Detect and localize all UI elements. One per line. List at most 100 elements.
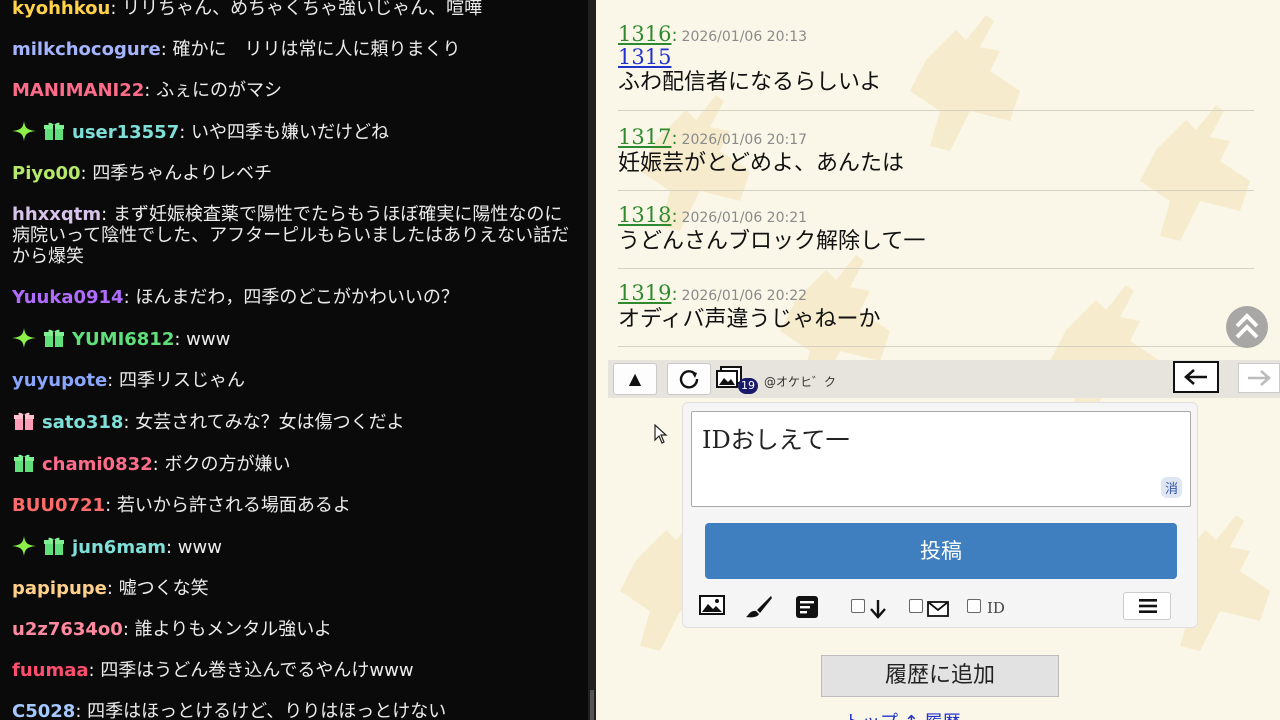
chat-text: リリちゃん、めちゃくちゃ強いじゃん、喧嘩 [122, 0, 483, 19]
chat-separator: : [75, 701, 88, 720]
chat-separator: : [174, 329, 187, 350]
chat-text: ふぇにのがマシ [156, 80, 283, 101]
chat-separator: : [101, 204, 113, 225]
mail-checkbox[interactable] [909, 599, 923, 613]
chat-separator: : [123, 287, 136, 308]
post-date: 2026/01/06 20:21 [681, 210, 808, 226]
sparkle-badge-icon [12, 328, 36, 348]
chat-username[interactable]: hhxxqtm [12, 204, 101, 225]
chat-username[interactable]: kyohhkou [12, 0, 110, 19]
chat-message: BUU0721: 若いから許される場面あるよ [0, 485, 590, 526]
chat-separator: : [80, 163, 93, 184]
chat-separator: : [107, 370, 119, 391]
chat-username[interactable]: u2z7634o0 [12, 619, 123, 640]
chat-username[interactable]: chami0832 [42, 454, 153, 475]
post-date: 2026/01/06 20:13 [681, 29, 808, 45]
post-number-link[interactable]: 1318 [618, 203, 671, 227]
chat-scrollbar-thumb[interactable] [590, 690, 594, 720]
post-colon: : [671, 128, 678, 149]
thread-toolbar: ▲ 19 @オケヒ゛ク [608, 360, 1280, 398]
bottom-nav-links[interactable]: トップ ↑ 履歴 [844, 708, 961, 720]
thread-post: 1316: 2026/01/06 20:13 1315 ふわ配信者になるらしいよ [618, 22, 1254, 111]
arrow-down-icon [870, 600, 886, 619]
chat-text: 四季ちゃんよりレベチ [92, 163, 272, 184]
chat-username[interactable]: Piyo00 [12, 163, 81, 184]
chat-separator: : [179, 122, 192, 143]
chat-message: papipupe: 嘘つくな笑 [0, 568, 590, 609]
image-count-badge: 19 [738, 378, 758, 394]
id-checkbox[interactable] [967, 599, 981, 613]
chat-text: ほんまだわ，四季のどこがかわいいの？ [135, 287, 459, 308]
chat-separator: : [106, 578, 119, 599]
sage-checkbox[interactable] [851, 599, 865, 613]
paint-brush-icon[interactable] [745, 595, 773, 619]
gift-badge-icon [12, 453, 36, 473]
chat-text: 四季はうどん巻き込んでるやんけwww [100, 660, 414, 681]
chat-username[interactable]: jun6mam [72, 537, 166, 558]
envelope-icon [927, 601, 949, 617]
scroll-to-top-button[interactable] [1226, 306, 1268, 348]
thread-post: 1318: 2026/01/06 20:21 うどんさんブロック解除して一 [618, 203, 1254, 269]
sparkle-badge-icon [12, 121, 36, 141]
gift-badge-icon [42, 536, 66, 556]
chat-username[interactable]: fuumaa [12, 660, 89, 681]
reload-button[interactable] [667, 363, 711, 395]
back-button[interactable] [1173, 361, 1219, 393]
chat-message: MANIMANI22: ふぇにのがマシ [0, 70, 590, 111]
page-up-button[interactable]: ▲ [613, 363, 657, 395]
gift-badge-icon [42, 328, 66, 348]
chat-username[interactable]: MANIMANI22 [12, 80, 144, 101]
chat-text: 四季リスじゃん [118, 370, 245, 391]
chat-username[interactable]: user13557 [72, 122, 179, 143]
post-colon: : [671, 206, 678, 227]
chat-username[interactable]: papipupe [12, 578, 107, 599]
chat-message: user13557: いや四季も嫌いだけどね [0, 111, 590, 153]
chat-scrollbar-track[interactable] [588, 0, 596, 720]
chat-message: hhxxqtm: まず妊娠検査薬で陽性でたらもうほぼ確実に陽性なのに病院いって陰… [0, 194, 590, 277]
arrow-right-icon [1248, 370, 1271, 386]
bbs-board-panel: 1316: 2026/01/06 20:13 1315 ふわ配信者になるらしいよ 131… [596, 0, 1280, 720]
forward-button[interactable] [1238, 363, 1280, 393]
chat-message: yuyupote: 四季リスじゃん [0, 360, 590, 401]
hamburger-menu-icon [1139, 599, 1157, 613]
add-to-history-button[interactable]: 履歴に追加 [821, 655, 1059, 697]
post-number-link[interactable]: 1317 [618, 125, 671, 149]
message-text: IDおしえて一 [702, 426, 850, 454]
post-number-link[interactable]: 1316 [618, 22, 671, 46]
template-icon[interactable] [795, 595, 819, 619]
live-chat-panel: kyohhkou: リリちゃん、めちゃくちゃ強いじゃん、喧嘩 milkchocog… [0, 0, 590, 720]
chat-username[interactable]: sato318 [42, 412, 123, 433]
form-menu-button[interactable] [1123, 592, 1171, 620]
chat-text: www [186, 329, 231, 350]
chat-text: いや四季も嫌いだけどね [191, 122, 390, 143]
chat-message: milkchocogure: 確かに リリは常に人に頼りまくり [0, 29, 590, 70]
chat-text: 確かに リリは常に人に頼りまくり [172, 39, 461, 60]
post-date: 2026/01/06 20:22 [681, 288, 808, 304]
chat-separator: : [123, 412, 136, 433]
reply-reference-link[interactable]: 1315 [618, 46, 1254, 68]
chat-text: www [177, 537, 222, 558]
chat-message-list: kyohhkou: リリちゃん、めちゃくちゃ強いじゃん、喧嘩 milkchocog… [0, 0, 590, 720]
chat-username[interactable]: milkchocogure [12, 39, 161, 60]
chat-text: ボクの方が嫌い [164, 454, 291, 475]
submit-post-button[interactable]: 投稿 [705, 523, 1177, 579]
post-body: うどんさんブロック解除して一 [618, 229, 926, 254]
id-label: ID [987, 599, 1005, 617]
pink-gift-badge-icon [12, 411, 36, 431]
chat-username[interactable]: Yuuka0914 [12, 287, 124, 308]
clear-button[interactable]: 消 [1160, 477, 1182, 498]
chat-message: Yuuka0914: ほんまだわ，四季のどこがかわいいの？ [0, 277, 590, 318]
post-number-link[interactable]: 1319 [618, 281, 671, 305]
chat-username[interactable]: yuyupote [12, 370, 107, 391]
message-textarea[interactable]: IDおしえて一 消 [691, 411, 1191, 507]
chat-message: fuumaa: 四季はうどん巻き込んでるやんけwww [0, 650, 590, 691]
chat-separator: : [144, 80, 157, 101]
chat-username[interactable]: BUU0721 [12, 495, 105, 516]
board-name-label: @オケヒ゛ク [764, 375, 837, 389]
up-triangle-label: ▲ [628, 369, 642, 388]
sparkle-badge-icon [12, 536, 36, 556]
attach-image-icon[interactable] [699, 595, 725, 615]
chat-separator: : [122, 619, 135, 640]
chat-username[interactable]: C5028 [12, 701, 75, 720]
chat-username[interactable]: YUMI6812 [72, 329, 174, 350]
